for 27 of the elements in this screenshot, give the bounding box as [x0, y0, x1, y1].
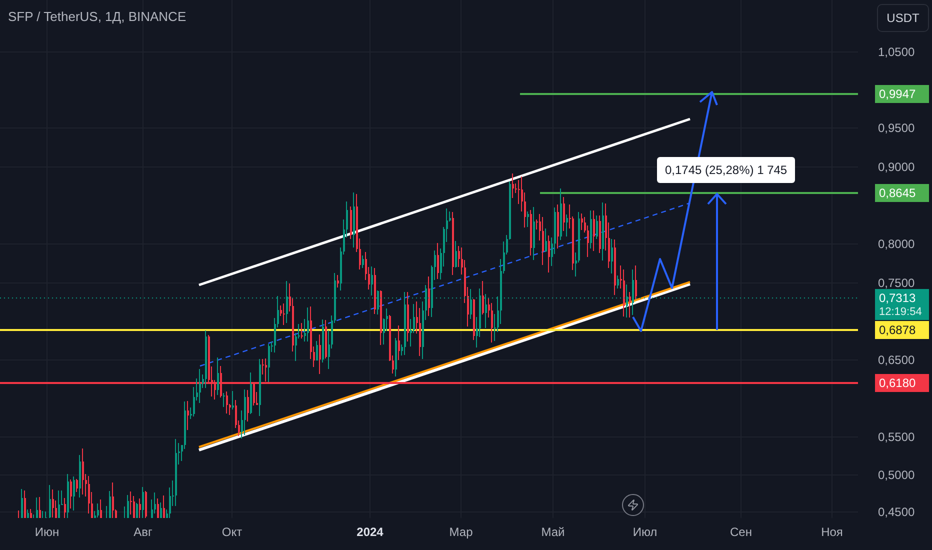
- bar-countdown: 12:19:54: [879, 306, 923, 318]
- time-axis-label: Ноя: [821, 525, 843, 539]
- price-axis-label: 0,8000: [878, 237, 915, 251]
- price-axis-label: 0,6500: [878, 353, 915, 367]
- time-axis-label: Окт: [222, 525, 242, 539]
- time-axis-label: Мар: [449, 525, 473, 539]
- chart-title: SFP / TetherUS, 1Д, BINANCE: [8, 9, 186, 24]
- price-axis-label: 0,7500: [878, 276, 915, 290]
- time-axis-label: Май: [541, 525, 565, 539]
- price-level-label: 0,9947: [875, 85, 929, 103]
- price-axis-label: 0,5500: [878, 430, 915, 444]
- time-axis-label: Июл: [632, 525, 658, 539]
- last-price: 0,7313: [879, 291, 917, 305]
- time-axis-label: 2024: [356, 525, 384, 539]
- price-axis-label: 0,4500: [878, 505, 915, 519]
- time-axis-label: Июн: [34, 525, 60, 539]
- price-level-label: 0,6180: [875, 374, 929, 392]
- price-axis-label: 0,9000: [878, 160, 915, 174]
- price-level-label: 0,8645: [875, 184, 929, 202]
- time-axis-label: Авг: [134, 525, 152, 539]
- price-axis-label: 0,5000: [878, 468, 915, 482]
- time-axis-label: Сен: [730, 525, 752, 539]
- price-axis-label: 0,9500: [878, 121, 915, 135]
- currency-button[interactable]: USDT: [877, 4, 929, 32]
- price-axis-label: 1,0500: [878, 45, 915, 59]
- measure-label: 0,1745 (25,28%) 1 745: [657, 157, 796, 183]
- price-level-label: 0,6878: [875, 321, 929, 339]
